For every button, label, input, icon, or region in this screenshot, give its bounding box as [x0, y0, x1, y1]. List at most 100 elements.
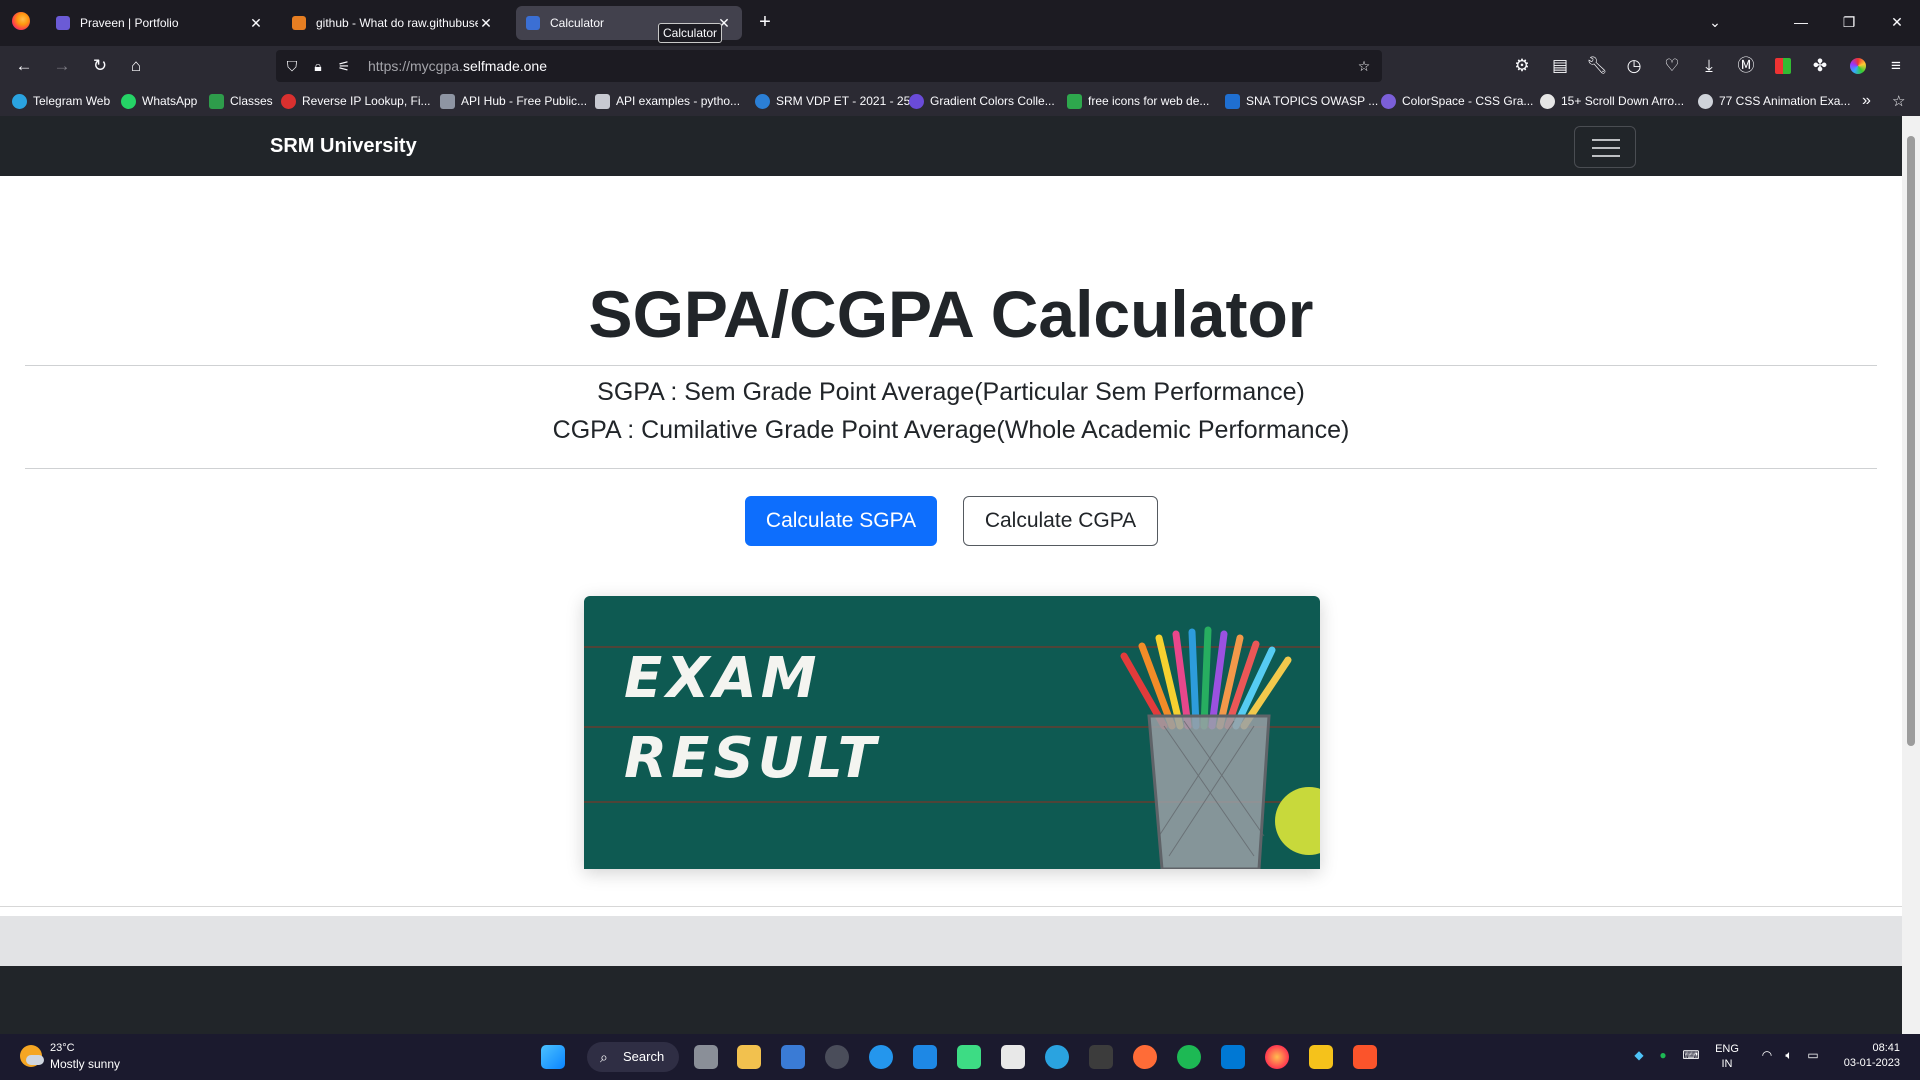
lock-icon[interactable]: 🔒︎: [308, 56, 328, 76]
volume-icon[interactable]: 🔈︎: [1780, 1048, 1798, 1066]
brave-icon[interactable]: [1353, 1045, 1377, 1069]
pocket-icon[interactable]: ♡: [1660, 54, 1684, 78]
shield-icon[interactable]: ⛉: [282, 56, 302, 76]
firefox-taskbar-icon[interactable]: [1265, 1045, 1289, 1069]
mail-icon[interactable]: [913, 1045, 937, 1069]
cloud-icon: [755, 93, 770, 109]
extension-colorwheel-icon[interactable]: [1846, 54, 1870, 78]
reload-icon[interactable]: ↻: [88, 54, 112, 78]
calculate-cgpa-button[interactable]: Calculate CGPA: [963, 496, 1158, 546]
firefox-icon[interactable]: [12, 12, 30, 30]
api-hub-icon: [440, 93, 455, 109]
bookmark-reverse-ip[interactable]: Reverse IP Lookup, Fi...: [281, 93, 431, 109]
bookmark-sna-topics[interactable]: SNA TOPICS OWASP ...: [1225, 93, 1378, 109]
battery-icon[interactable]: ▭: [1804, 1048, 1822, 1066]
tray-spotify-icon[interactable]: ●: [1654, 1048, 1672, 1066]
bookmark-star-icon[interactable]: ☆: [1354, 56, 1374, 76]
language-code[interactable]: ENG: [1712, 1043, 1742, 1055]
address-bar[interactable]: ⛉ 🔒︎ ⚟ https://mycgpa.selfmade.one ☆: [276, 50, 1382, 82]
bookmark-gradient-colors[interactable]: Gradient Colors Colle...: [909, 93, 1055, 109]
extension-puzzle-icon[interactable]: ✤: [1808, 54, 1832, 78]
android-studio-icon[interactable]: [957, 1045, 981, 1069]
notepad-icon[interactable]: [781, 1045, 805, 1069]
pencil-cup-illustration: [1120, 626, 1320, 869]
tab-list-chevron-icon[interactable]: ⌄: [1702, 10, 1728, 34]
portfolio-favicon-icon: [56, 16, 70, 30]
bookmark-free-icons[interactable]: free icons for web de...: [1067, 93, 1209, 109]
page-scrollbar[interactable]: [1902, 116, 1920, 1034]
bookmarks-toolbar: Telegram Web WhatsApp Classes Reverse IP…: [0, 86, 1920, 116]
settings-gear-icon[interactable]: ⚙: [1510, 54, 1534, 78]
postman-icon[interactable]: [1133, 1045, 1157, 1069]
brand-link[interactable]: SRM University: [270, 135, 417, 158]
home-icon[interactable]: ⌂: [124, 54, 148, 78]
url-text[interactable]: https://mycgpa.selfmade.one: [368, 58, 547, 74]
keyboard-icon[interactable]: ⌨: [1682, 1048, 1700, 1066]
back-arrow-icon[interactable]: ←: [12, 54, 36, 78]
window-close-icon[interactable]: ✕: [1884, 10, 1910, 34]
folder-icon[interactable]: [1309, 1045, 1333, 1069]
clock-date[interactable]: 03-01-2023: [1836, 1057, 1900, 1069]
spotify-icon[interactable]: [1177, 1045, 1201, 1069]
bookmark-api-examples[interactable]: API examples - pytho...: [595, 93, 740, 109]
site-navbar: SRM University: [0, 116, 1902, 176]
extension-color-icon[interactable]: [1771, 54, 1795, 78]
taskbar-search[interactable]: ⌕ Search: [587, 1042, 679, 1072]
windows-start-icon[interactable]: [541, 1045, 565, 1069]
bookmark-classes[interactable]: Classes: [209, 93, 273, 109]
tab-github[interactable]: github - What do raw.githubusercontent.c…: [282, 6, 504, 40]
calculate-sgpa-button[interactable]: Calculate SGPA: [745, 496, 937, 546]
bookmark-srm-vdp[interactable]: SRM VDP ET - 2021 - 25: [755, 93, 910, 109]
language-region[interactable]: IN: [1712, 1058, 1742, 1070]
web-page: SRM University SGPA/CGPA Calculator SGPA…: [0, 116, 1902, 1034]
classroom-icon: [209, 93, 224, 109]
telegram-icon[interactable]: [1045, 1045, 1069, 1069]
github-desktop-icon[interactable]: [825, 1045, 849, 1069]
restore-icon[interactable]: ❐: [1836, 10, 1862, 34]
whatsapp-icon: [121, 93, 136, 109]
bookmark-telegram[interactable]: Telegram Web: [12, 93, 110, 109]
reader-view-icon[interactable]: ▤: [1548, 54, 1572, 78]
bookmark-css-animation[interactable]: 77 CSS Animation Exa...: [1698, 93, 1850, 109]
bookmark-colorspace[interactable]: ColorSpace - CSS Gra...: [1381, 93, 1533, 109]
cgpa-description: CGPA : Cumilative Grade Point Average(Wh…: [552, 416, 1350, 444]
footer: [0, 966, 1902, 1034]
menu-hamburger-icon[interactable]: ≡: [1884, 54, 1908, 78]
terminal-icon[interactable]: [1089, 1045, 1113, 1069]
tray-shield-icon[interactable]: ◆: [1630, 1048, 1648, 1066]
extension-m-icon[interactable]: Ⓜ: [1734, 54, 1758, 78]
hero-text-result: RESULT: [624, 726, 880, 791]
clock-time[interactable]: 08:41: [1836, 1042, 1900, 1054]
tab-title: github - What do raw.githubusercontent.c…: [316, 16, 478, 30]
docker-icon[interactable]: [869, 1045, 893, 1069]
wifi-icon[interactable]: ◠: [1758, 1048, 1776, 1066]
bookmark-api-hub[interactable]: API Hub - Free Public...: [440, 93, 587, 109]
bookmark-scroll-arrows[interactable]: 15+ Scroll Down Arro...: [1540, 93, 1684, 109]
forward-arrow-icon[interactable]: →: [50, 54, 74, 78]
tab-portfolio[interactable]: Praveen | Portfolio ✕: [46, 6, 274, 40]
scroll-icon: [1540, 93, 1555, 109]
wrench-icon[interactable]: 🔧︎: [1585, 54, 1609, 78]
close-icon[interactable]: ✕: [478, 15, 494, 32]
onedrive-icon: [1225, 93, 1240, 109]
bookmark-whatsapp[interactable]: WhatsApp: [121, 93, 197, 109]
exam-result-image: EXAM RESULT: [584, 596, 1320, 869]
permissions-icon[interactable]: ⚟: [334, 56, 354, 76]
weather-sun-cloud-icon[interactable]: [20, 1045, 44, 1067]
weather-description[interactable]: Mostly sunny: [50, 1057, 120, 1071]
more-bookmarks-chevron-icon[interactable]: »: [1862, 92, 1871, 109]
close-icon[interactable]: ✕: [248, 15, 264, 32]
history-icon[interactable]: ◷: [1622, 54, 1646, 78]
microsoft-store-icon[interactable]: [1001, 1045, 1025, 1069]
vscode-icon[interactable]: [1221, 1045, 1245, 1069]
minimize-icon[interactable]: —: [1788, 10, 1814, 34]
task-view-icon[interactable]: [694, 1045, 718, 1069]
gradient-icon: [909, 93, 924, 109]
navbar-toggler-hamburger-icon[interactable]: [1574, 126, 1636, 168]
scrollbar-thumb[interactable]: [1907, 136, 1915, 746]
weather-temperature[interactable]: 23°C: [50, 1042, 75, 1054]
download-icon[interactable]: ⤓: [1697, 54, 1721, 78]
new-tab-icon[interactable]: +: [755, 10, 775, 34]
bookmark-manager-icon[interactable]: ☆: [1892, 93, 1905, 110]
file-explorer-alt-icon[interactable]: [737, 1045, 761, 1069]
